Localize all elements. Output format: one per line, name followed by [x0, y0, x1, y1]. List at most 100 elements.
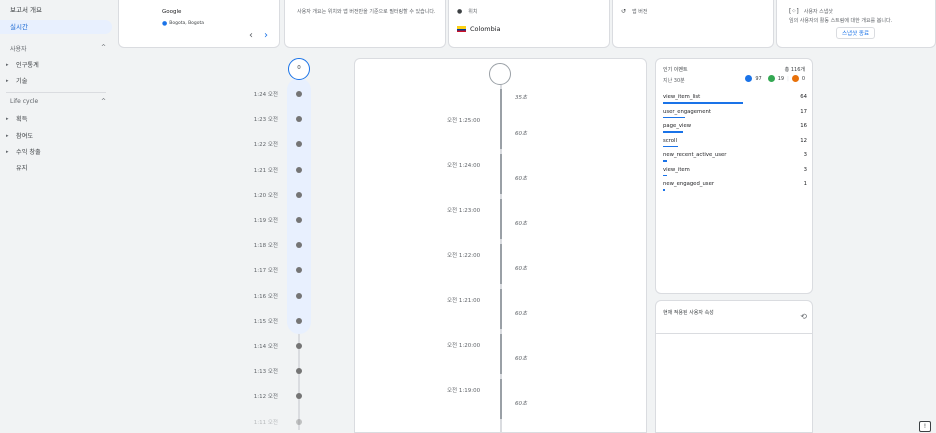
timeline-dot[interactable] — [296, 317, 302, 324]
event-bar — [663, 174, 667, 176]
location-card[interactable]: ● 위치 Colombia — [448, 0, 610, 48]
source-card: Google ● Bogota, Bogota — [118, 0, 280, 48]
location-pin-icon: ● — [162, 20, 168, 27]
stream-time: 오전 1:22:00 — [447, 253, 481, 259]
location-pin-icon: ● — [457, 8, 463, 15]
stream-segment — [500, 199, 502, 239]
stream-time: 오전 1:21:00 — [447, 298, 481, 304]
sidebar-item-label: 유지 — [16, 165, 28, 172]
count-green: 19 — [777, 75, 785, 82]
event-row[interactable]: page_view 16 — [663, 123, 807, 129]
sidebar-section-label: Life cycle — [10, 98, 39, 105]
event-row[interactable]: new_engaged_user 1 — [663, 181, 807, 187]
user-icon — [745, 75, 753, 82]
stream-segment — [500, 109, 502, 149]
timeline-dot[interactable] — [296, 91, 302, 97]
sidebar-divider — [6, 92, 106, 93]
timeline-dot[interactable] — [296, 217, 302, 223]
expand-arrow-icon: ▸ — [6, 77, 9, 84]
sidebar-section-user[interactable]: 사용자 ^ — [10, 44, 106, 53]
stream-segment — [500, 244, 502, 284]
app-version-card[interactable]: ↺ 앱 버전 — [612, 0, 774, 48]
timeline-dot[interactable] — [296, 166, 302, 173]
timeline-time-label: 1:11 오전 — [253, 419, 278, 426]
history-icon: ↺ — [621, 8, 627, 15]
timeline-time-label: 1:17 오전 — [253, 268, 278, 275]
stream-start-marker — [489, 63, 511, 85]
timeline-dot[interactable] — [296, 292, 302, 299]
event-name: view_item — [663, 166, 690, 173]
history-icon[interactable]: ⟲ — [800, 312, 807, 321]
sidebar-section-label: 사용자 — [10, 46, 27, 53]
timeline-counter[interactable]: 0 — [288, 58, 310, 80]
count-blue: 97 — [755, 75, 762, 82]
stream-duration: 60초 — [515, 266, 528, 272]
stream-duration: 60초 — [515, 176, 528, 182]
event-count: 64 — [800, 94, 807, 100]
stream-segment — [500, 289, 502, 329]
timeline-dot[interactable] — [296, 418, 302, 425]
event-row[interactable]: new_recent_active_user 3 — [663, 152, 807, 158]
events-total: 총 116개 — [784, 67, 805, 73]
event-count: 16 — [800, 123, 807, 129]
event-bar — [663, 145, 679, 147]
sidebar-item-demographics[interactable]: ▸ 인구통계 — [6, 60, 39, 70]
top-events-panel: 인기 이벤트 총 116개 지난 30분 97 19 | 0 view_item… — [655, 58, 813, 294]
activity-stream-panel: 35초 오전 1:25:00 60초 오전 1:24:00 60초 오전 1:23:00 6… — [354, 58, 647, 433]
stream-time: 오전 1:20:00 — [447, 343, 481, 349]
stream-duration: 60초 — [515, 356, 528, 362]
sidebar-item-tech[interactable]: ▸ 기술 — [6, 76, 27, 86]
timeline-time-label: 1:16 오전 — [253, 293, 278, 300]
event-bar — [663, 160, 667, 162]
sidebar-item-retention[interactable]: 유지 — [6, 163, 27, 172]
end-snapshot-button[interactable]: 스냅샷 종료 — [836, 27, 876, 39]
timeline-dot[interactable] — [296, 343, 302, 349]
timeline-time-label: 1:20 오전 — [253, 192, 278, 199]
events-title: 인기 이벤트 — [663, 67, 688, 73]
sidebar-item-label: 인구통계 — [16, 62, 39, 69]
sidebar-item-label: 참여도 — [16, 133, 34, 140]
sidebar-item-realtime[interactable]: 실시간 — [0, 20, 112, 34]
snapshot-description: 임의 사용자의 활동 스트림에 대한 개요를 봅니다. — [789, 18, 893, 24]
stream-segment — [500, 154, 502, 194]
flag-icon — [767, 75, 775, 82]
description-card: 사용자 개요는 위치와 앱 버전만을 기준으로 필터링할 수 있습니다. — [284, 0, 446, 48]
timeline-time-label: 1:23 오전 — [253, 117, 278, 124]
sidebar-item-label: 획득 — [16, 116, 28, 123]
expand-arrow-icon: ▸ — [6, 132, 9, 139]
stream-segment — [500, 379, 502, 419]
stream-segment — [500, 89, 502, 109]
user-properties-title: 현재 적용된 사용자 속성 — [663, 310, 714, 316]
sidebar-item-acquisition[interactable]: ▸ 획득 — [6, 114, 28, 124]
event-bar — [663, 131, 683, 133]
event-row[interactable]: scroll 12 — [663, 138, 807, 144]
snapshot-card: [⁘] 사용자 스냅샷 임의 사용자의 활동 스트림에 대한 개요를 봅니다. … — [776, 0, 936, 48]
feedback-icon[interactable]: ! — [919, 421, 931, 432]
timeline-time-label: 1:19 오전 — [253, 218, 278, 224]
event-count: 17 — [800, 108, 807, 115]
sidebar-item-monetization[interactable]: ▸ 수익 창출 — [6, 147, 41, 157]
event-row[interactable]: view_item 3 — [663, 167, 807, 173]
timeline-time-label: 1:24 오전 — [253, 92, 278, 98]
event-name: scroll — [663, 137, 677, 144]
timeline-dot[interactable] — [296, 368, 302, 375]
count-orange: 0 — [801, 75, 805, 82]
chevron-up-icon: ^ — [100, 44, 106, 51]
event-name: user_engagement — [663, 108, 711, 115]
sidebar-section-lifecycle[interactable]: Life cycle ^ — [10, 98, 106, 105]
chevron-left-icon[interactable]: ‹ — [249, 30, 253, 41]
events-period: 지난 30분 — [663, 78, 685, 84]
cart-icon — [791, 75, 799, 82]
chevron-up-icon: ^ — [100, 98, 106, 105]
event-row[interactable]: user_engagement 17 — [663, 109, 807, 115]
expand-arrow-icon: ▸ — [6, 115, 9, 122]
timeline-dot[interactable] — [296, 191, 302, 198]
chevron-right-icon[interactable]: › — [264, 30, 268, 41]
stream-time: 오전 1:24:00 — [447, 163, 481, 169]
timeline-dot[interactable] — [296, 393, 302, 400]
sidebar-item-engagement[interactable]: ▸ 참여도 — [6, 131, 34, 141]
event-row[interactable]: view_item_list 64 — [663, 94, 807, 100]
expand-arrow-icon: ▸ — [6, 148, 9, 155]
sidebar-item-report-overview[interactable]: 보고서 개요 — [0, 3, 112, 17]
sidebar: 보고서 개요 실시간 사용자 ^ ▸ 인구통계 ▸ 기술 Life cycle … — [0, 0, 112, 433]
